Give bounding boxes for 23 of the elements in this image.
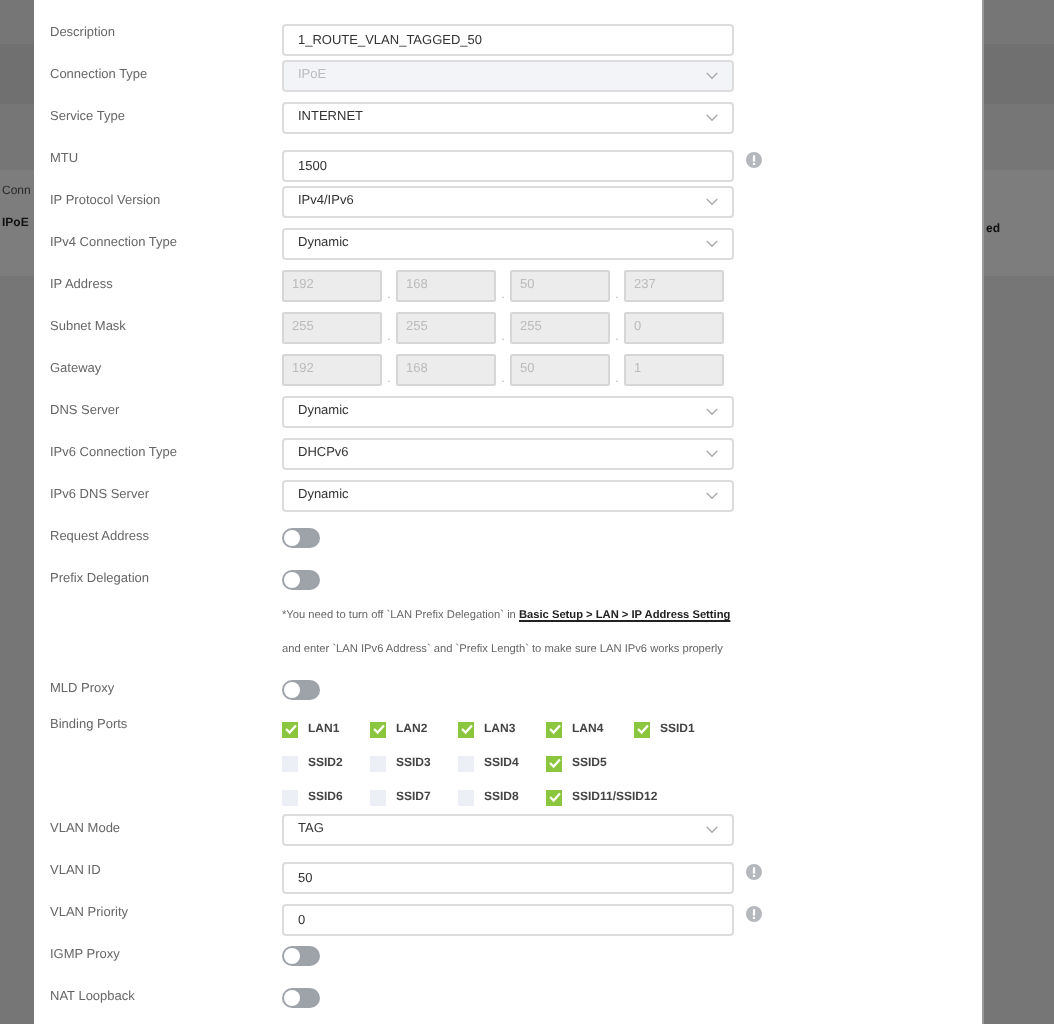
checkbox-box[interactable] bbox=[282, 721, 298, 737]
toggle-switch[interactable] bbox=[282, 945, 320, 965]
chevron-down-icon bbox=[706, 825, 718, 833]
toggle-switch[interactable] bbox=[282, 527, 320, 547]
chevron-down-icon bbox=[706, 407, 718, 415]
chevron-down-icon bbox=[706, 239, 718, 247]
checkbox-box[interactable] bbox=[634, 721, 650, 737]
info-icon[interactable] bbox=[746, 151, 762, 167]
chevron-down-icon bbox=[706, 71, 718, 79]
info-icon[interactable] bbox=[746, 905, 762, 921]
chevron-down-icon bbox=[706, 197, 718, 205]
chevron-down-icon bbox=[706, 113, 718, 121]
toggle-switch[interactable] bbox=[282, 569, 320, 589]
checkbox-box[interactable] bbox=[546, 789, 562, 805]
toggle-switch[interactable] bbox=[282, 679, 320, 699]
chevron-down-icon bbox=[706, 449, 718, 457]
checkbox-box[interactable] bbox=[370, 721, 386, 737]
chevron-down-icon bbox=[706, 491, 718, 499]
checkbox-box[interactable] bbox=[546, 755, 562, 771]
info-icon[interactable] bbox=[746, 863, 762, 879]
checkbox-box[interactable] bbox=[458, 721, 474, 737]
toggle-switch[interactable] bbox=[282, 987, 320, 1007]
checkbox-box[interactable] bbox=[546, 721, 562, 737]
